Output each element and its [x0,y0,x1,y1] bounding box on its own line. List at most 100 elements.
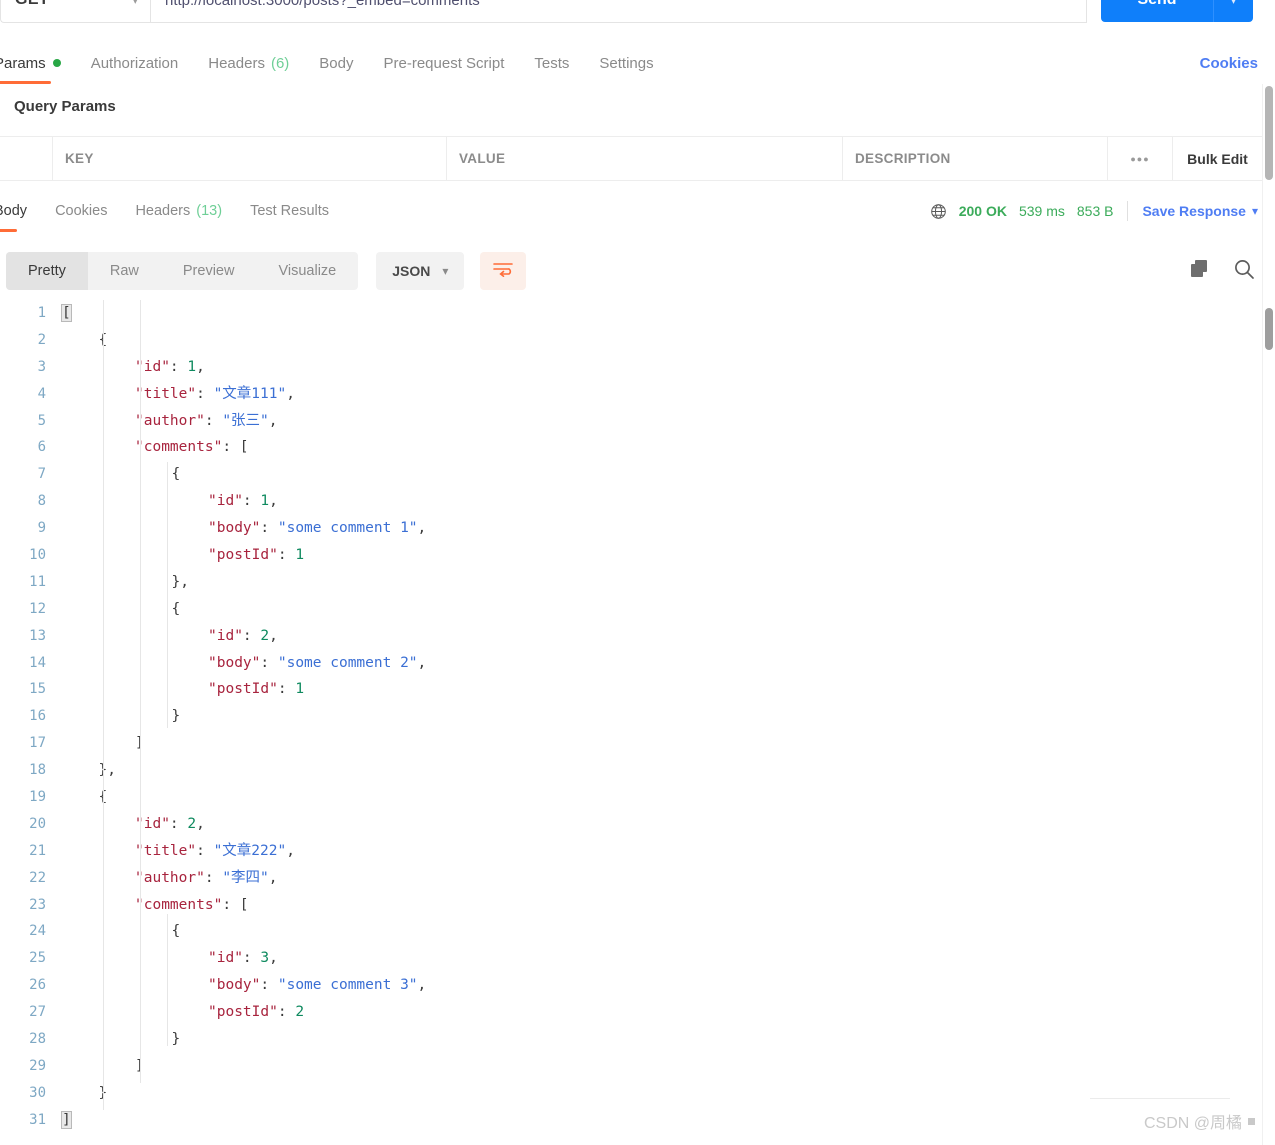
response-tab-test-results[interactable]: Test Results [250,190,329,232]
code-token: "文章222" [213,842,287,859]
response-tab-test-results-label: Test Results [250,203,330,219]
cookies-link[interactable]: Cookies [1200,42,1258,84]
code-line: 19 { [0,784,1262,811]
code-line: 30} [0,1080,1262,1107]
outer-scrollbar-thumb[interactable] [1265,86,1273,180]
search-icon[interactable] [1233,258,1255,285]
code-token: : [277,1004,296,1021]
code-token: : [242,950,261,967]
line-number: 18 [29,762,46,779]
tab-headers-count: (6) [270,54,290,72]
code-token: "author" [135,869,205,886]
code-token: 3 [260,950,270,967]
code-line-content: { [62,784,108,811]
code-token: "some comment 3" [277,977,418,994]
tab-params[interactable]: Params [0,42,61,84]
code-token: "comments" [135,439,223,456]
code-token: 2 [295,1004,305,1021]
code-line-content: "postId": 1 [62,676,304,703]
line-number: 4 [37,385,46,402]
code-line-content: "id": 2, [62,811,205,838]
wrap-lines-button[interactable] [480,252,527,290]
copy-icon[interactable] [1189,259,1211,284]
tab-headers[interactable]: Headers (6) [208,42,289,84]
send-button-group[interactable]: Send ▾ [1101,0,1253,22]
save-response-button[interactable]: Save Response [1142,203,1246,219]
line-number: 21 [29,842,46,859]
code-token: "some comment 2" [277,654,418,671]
bulk-edit-button[interactable]: Bulk Edit [1173,137,1262,180]
tab-tests-label: Tests [534,54,570,72]
code-line-content: "title": "文章222", [62,838,295,865]
url-input[interactable]: http://localhost:3000/posts?_embed=comme… [150,0,1087,23]
code-token: , [286,842,295,859]
response-body-toolbar: Pretty Raw Preview Visualize JSON ▾ [0,245,1275,297]
response-tab-headers[interactable]: Headers (13) [135,190,222,232]
select-all-checkbox-cell[interactable] [0,137,53,180]
response-body-json-viewer[interactable]: 1[2{3"id": 1,4"title": "文章111",5"author"… [0,300,1262,1145]
code-line: 18}, [0,757,1262,784]
response-tab-cookies[interactable]: Cookies [55,190,107,232]
code-line-content: } [62,1026,181,1053]
code-line-content: "author": "李四", [62,865,278,892]
indent-guide [167,462,168,728]
code-line-content: { [62,596,181,623]
send-options-caret-icon[interactable]: ▾ [1213,0,1253,22]
tab-settings[interactable]: Settings [599,42,653,84]
chevron-down-icon: ▾ [132,0,138,7]
view-raw-button[interactable]: Raw [88,252,161,290]
code-line: 14 "body": "some comment 2", [0,650,1262,677]
line-number: 26 [29,977,46,994]
line-number: 11 [29,573,46,590]
http-method-selector[interactable]: GET ▾ [0,0,150,23]
divider [1090,1098,1230,1099]
tab-body[interactable]: Body [319,42,353,84]
line-number: 13 [29,627,46,644]
response-time: 539 ms [1018,203,1065,219]
line-number: 10 [29,547,46,564]
line-number: 6 [37,439,46,456]
code-token: : [196,385,214,402]
view-visualize-button[interactable]: Visualize [256,252,358,290]
code-line: 16} [0,703,1262,730]
response-body-scrollbar-thumb[interactable] [1265,308,1273,350]
save-response-chevron-down-icon[interactable]: ▾ [1252,204,1258,218]
code-line: 8 "id": 1, [0,488,1262,515]
code-token: }, [171,573,189,590]
code-line-content: "id": 1, [62,354,205,381]
response-format-label: JSON [392,263,431,279]
response-format-selector[interactable]: JSON ▾ [376,252,465,290]
outer-scrollbar-track[interactable] [1262,84,1275,1145]
indent-guide [103,300,104,1110]
view-preview-button[interactable]: Preview [161,252,257,290]
code-token: { [171,923,181,940]
code-line-content: } [62,703,181,730]
code-token: , [417,520,427,537]
response-tab-body[interactable]: Body [0,190,27,232]
watermark: CSDN @周橘 [1144,1109,1255,1133]
code-line: 6 "comments": [ [0,434,1262,461]
code-line: 3 "id": 1, [0,354,1262,381]
code-token: , [417,977,427,994]
watermark-square-icon [1248,1117,1255,1125]
code-token: 1 [187,358,197,375]
tab-authorization[interactable]: Authorization [91,42,179,84]
code-line: 29] [0,1053,1262,1080]
send-button[interactable]: Send [1101,0,1213,22]
column-header-value: VALUE [447,137,843,180]
url-text: http://localhost:3000/posts?_embed=comme… [165,0,480,9]
code-token: "postId" [208,547,278,564]
view-pretty-button[interactable]: Pretty [6,252,88,290]
indent-guide [140,300,141,1083]
code-line-content: "id": 3, [62,945,278,972]
code-line: 28} [0,1026,1262,1053]
line-number: 3 [37,358,46,375]
code-token: , [196,358,205,375]
code-line-content: "body": "some comment 1", [62,515,426,542]
code-line-content: ] [61,1107,72,1134]
code-line: 7{ [0,461,1262,488]
more-options-icon[interactable]: ●●● [1108,137,1173,180]
code-line: 25 "id": 3, [0,945,1262,972]
tab-pre-request-script[interactable]: Pre-request Script [384,42,505,84]
tab-tests[interactable]: Tests [534,42,569,84]
